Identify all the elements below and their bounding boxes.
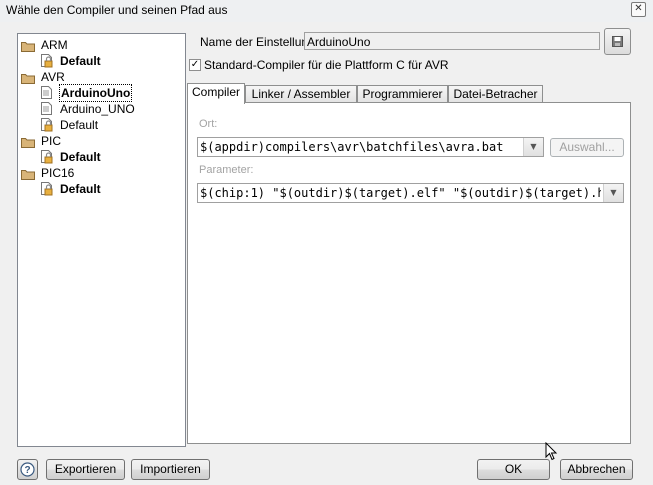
tree-item-label: Default <box>60 54 101 68</box>
window-title: Wähle den Compiler und seinen Pfad aus <box>6 3 228 17</box>
import-button[interactable]: Importieren <box>131 459 210 480</box>
tree-item-label: Default <box>60 182 101 196</box>
tree-item[interactable]: Default <box>18 53 183 69</box>
tree-item[interactable]: ArduinoUno <box>18 84 183 102</box>
export-button[interactable]: Exportieren <box>46 459 125 480</box>
tree-item[interactable]: Default <box>18 117 183 133</box>
compiler-tree[interactable]: ARM Default AVR ArduinoUno Arduino_UNO Defaul… <box>17 33 186 447</box>
tab-datei-betracher[interactable]: Datei-Betracher <box>448 85 543 103</box>
svg-text:?: ? <box>24 465 30 476</box>
default-compiler-checkbox[interactable]: ✓ <box>189 59 201 71</box>
params-combo[interactable]: $(chip:1) "$(outdir)$(target).elf" "$(ou… <box>197 183 624 203</box>
default-compiler-label: Standard-Compiler für die Plattform C fü… <box>204 58 449 72</box>
params-label: Parameter: <box>199 164 254 176</box>
tree-item-label: AVR <box>41 70 65 84</box>
params-value: $(chip:1) "$(outdir)$(target).elf" "$(ou… <box>200 186 601 200</box>
location-combo[interactable]: $(appdir)compilers\avr\batchfiles\avra.b… <box>197 137 544 157</box>
tree-item-label: Arduino_UNO <box>60 102 135 116</box>
tree-item-label: PIC <box>41 134 62 148</box>
tab-compiler[interactable]: Compiler <box>187 83 245 104</box>
location-label: Ort: <box>199 118 218 130</box>
title-bar: Wähle den Compiler und seinen Pfad aus ✕ <box>0 0 653 22</box>
tree-item-label: PIC16 <box>41 166 75 180</box>
close-button[interactable]: ✕ <box>631 2 646 17</box>
compiler-tab-panel: Ort: $(appdir)compilers\avr\batchfiles\a… <box>187 102 631 444</box>
tab-programmierer[interactable]: Programmierer <box>357 85 448 103</box>
tree-item-label: ARM <box>41 38 68 52</box>
floppy-icon <box>612 36 623 50</box>
chevron-down-icon[interactable]: ▼ <box>603 184 623 202</box>
cancel-button[interactable]: Abbrechen <box>560 459 633 480</box>
ok-button[interactable]: OK <box>477 459 550 480</box>
tree-item-label: Default <box>60 118 99 132</box>
location-value: $(appdir)compilers\avr\batchfiles\avra.b… <box>200 140 504 154</box>
name-label: Name der Einstellung: <box>200 35 319 49</box>
tree-item[interactable]: Arduino_UNO <box>18 101 183 117</box>
mouse-cursor-icon <box>545 441 559 465</box>
tree-item[interactable]: PIC16 <box>18 165 183 181</box>
chevron-down-icon[interactable]: ▼ <box>523 138 543 156</box>
tab-linker-assembler[interactable]: Linker / Assembler <box>245 85 357 103</box>
help-icon: ? <box>20 462 35 480</box>
tree-item-label: ArduinoUno <box>58 84 133 102</box>
tree-item-label: Default <box>60 150 101 164</box>
save-button[interactable] <box>604 28 631 55</box>
browse-button[interactable]: Auswahl... <box>550 138 624 157</box>
tree-item[interactable]: ARM <box>18 37 183 53</box>
tree-item[interactable]: Default <box>18 181 183 197</box>
tree-item[interactable]: Default <box>18 149 183 165</box>
help-button[interactable]: ? <box>17 459 38 480</box>
tree-item[interactable]: AVR <box>18 69 183 85</box>
tree-item[interactable]: PIC <box>18 133 183 149</box>
lock-doc-icon <box>41 182 54 200</box>
name-field[interactable]: ArduinoUno <box>304 32 600 50</box>
